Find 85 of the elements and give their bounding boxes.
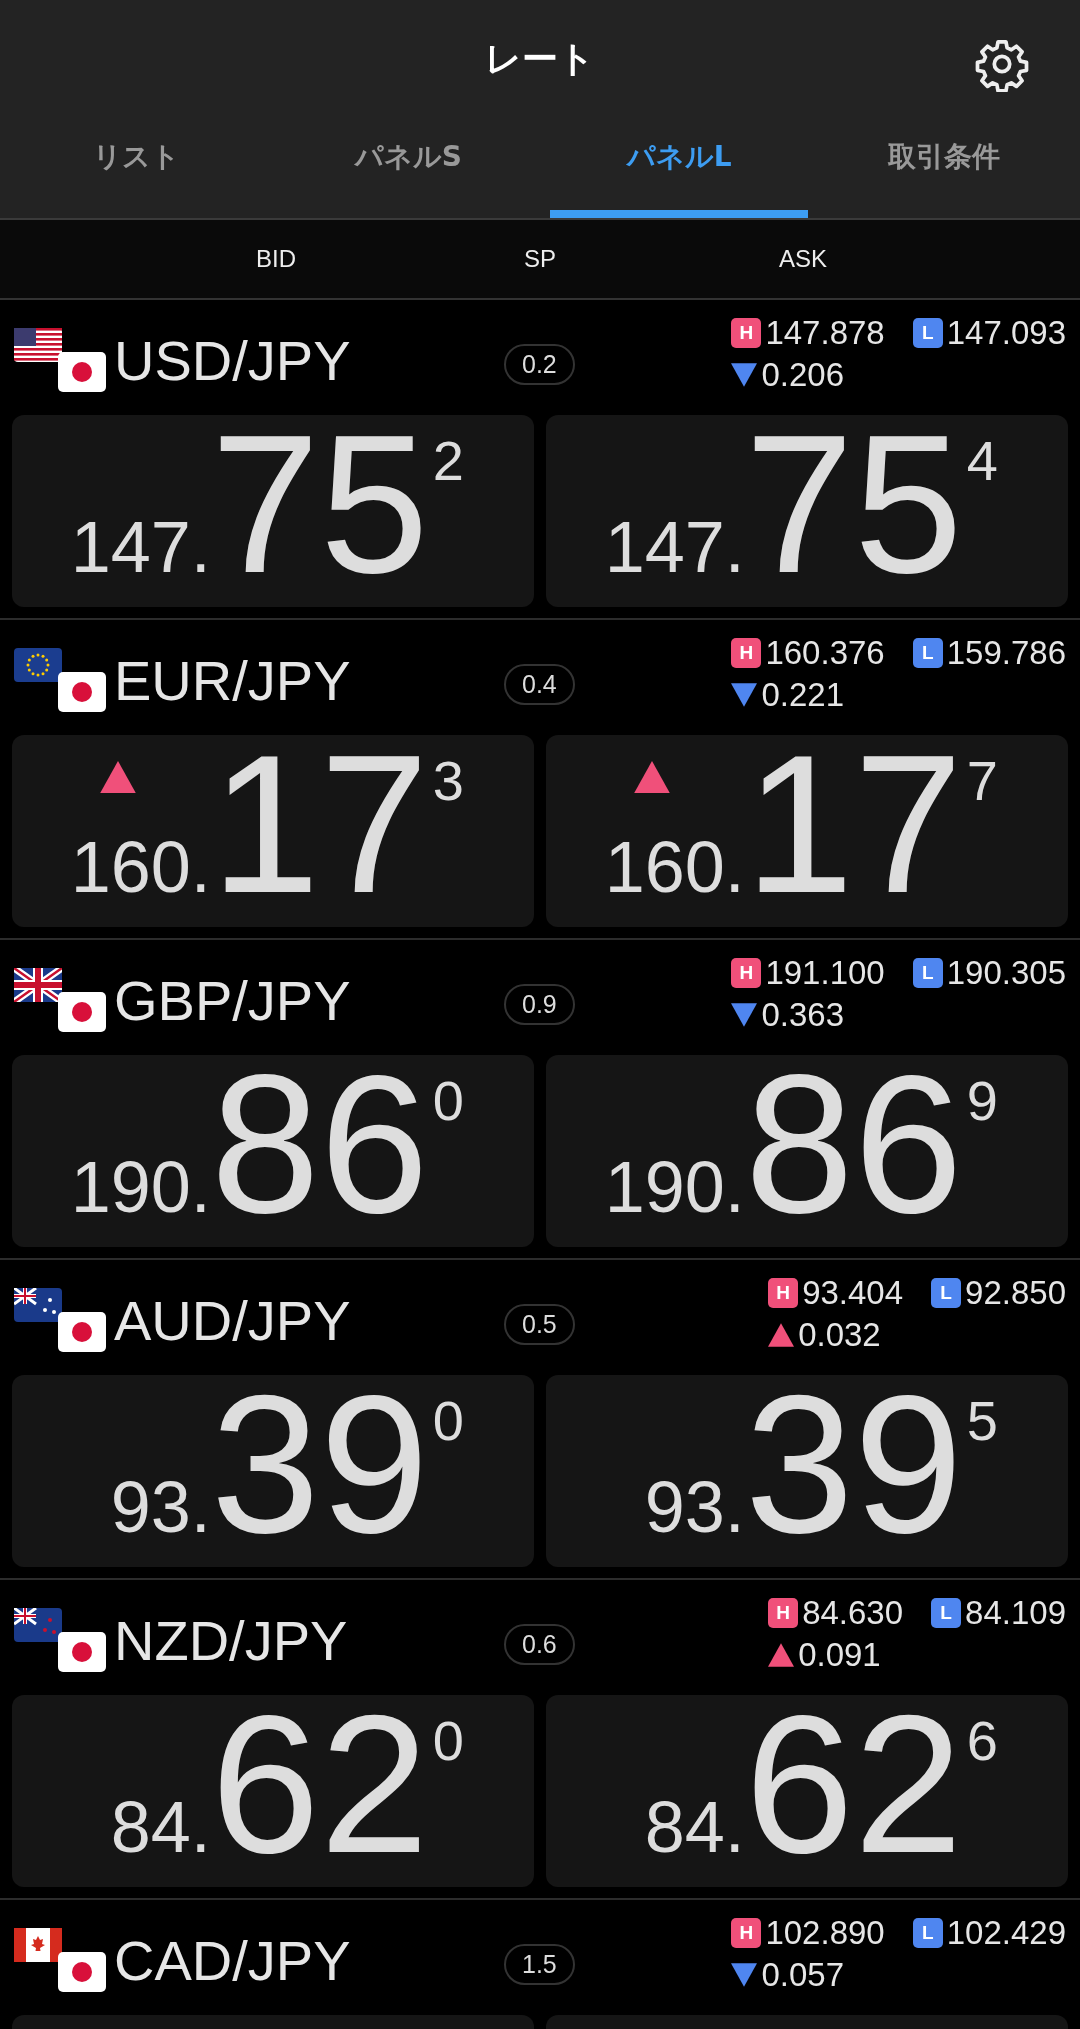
currency-pair[interactable]: GBP/JPY	[114, 968, 351, 1033]
price-pip: 7	[966, 753, 998, 809]
price-digits: 86	[210, 1055, 429, 1235]
price-pip: 0	[432, 1073, 464, 1129]
low-badge: L	[931, 1278, 962, 1308]
price-pip: 9	[966, 1073, 998, 1129]
price-change: 0.363	[761, 996, 844, 1034]
price-digits: 86	[744, 1055, 963, 1235]
currency-pair[interactable]: AUD/JPY	[114, 1288, 351, 1353]
price-pip: 6	[966, 1713, 998, 1769]
tab[interactable]: 取引条件	[817, 118, 1070, 218]
low-price: 147.093	[946, 314, 1066, 352]
high-badge: H	[731, 958, 762, 988]
price-change: 0.221	[761, 676, 844, 714]
low-price: 84.109	[965, 1594, 1066, 1632]
high-price: 84.630	[802, 1594, 904, 1632]
price-digits: 62	[210, 1695, 429, 1875]
flag-icon	[58, 991, 106, 1032]
flag-icon	[58, 1951, 106, 1992]
price-pip: 0	[432, 1393, 464, 1449]
spread-value: 0.2	[504, 344, 575, 385]
price-prefix: 147.	[604, 511, 745, 583]
flag-icon	[58, 351, 106, 392]
price-prefix: 190.	[70, 1151, 211, 1223]
currency-pair[interactable]: EUR/JPY	[114, 648, 351, 713]
high-badge: H	[731, 638, 762, 668]
price-prefix: 190.	[604, 1151, 745, 1223]
high-badge: H	[731, 318, 762, 348]
high-badge: H	[768, 1598, 799, 1628]
price-digits: 39	[210, 1375, 429, 1555]
low-price: 102.429	[946, 1914, 1066, 1952]
low-badge: L	[912, 638, 943, 668]
currency-pair[interactable]: CAD/JPY	[114, 1928, 351, 1993]
high-price: 191.100	[765, 954, 885, 992]
price-change: 0.032	[798, 1316, 881, 1354]
column-header: ASK	[778, 245, 828, 273]
low-badge: L	[931, 1598, 962, 1628]
price-change: 0.206	[761, 356, 844, 394]
low-price: 92.850	[965, 1274, 1066, 1312]
currency-pair[interactable]: NZD/JPY	[114, 1608, 348, 1673]
price-prefix: 160.	[604, 831, 745, 903]
price-change: 0.091	[798, 1636, 881, 1674]
price-digits: 75	[210, 415, 429, 595]
currency-pair[interactable]: USD/JPY	[114, 328, 351, 393]
price-pip: 0	[432, 1713, 464, 1769]
high-price: 147.878	[765, 314, 885, 352]
screen-title: レート	[485, 36, 595, 81]
price-digits: 17	[744, 735, 963, 915]
spread-value: 0.5	[504, 1304, 575, 1345]
price-prefix: 93.	[110, 1471, 211, 1543]
flag-icon	[58, 671, 106, 712]
price-prefix: 160.	[70, 831, 211, 903]
price-prefix: 84.	[644, 1791, 745, 1863]
price-pip: 2	[432, 433, 464, 489]
low-price: 159.786	[946, 634, 1066, 672]
spread-value: 1.5	[504, 1944, 575, 1985]
tab[interactable]: リスト	[10, 118, 263, 218]
spread-value: 0.4	[504, 664, 575, 705]
high-price: 93.404	[802, 1274, 904, 1312]
low-price: 190.305	[946, 954, 1066, 992]
price-prefix: 147.	[70, 511, 211, 583]
tab[interactable]: パネルS	[282, 118, 535, 218]
price-digits: 17	[210, 735, 429, 915]
spread-value: 0.6	[504, 1624, 575, 1665]
price-digits: 75	[744, 415, 963, 595]
price-change: 0.057	[761, 1956, 844, 1994]
high-price: 160.376	[765, 634, 885, 672]
price-prefix: 93.	[644, 1471, 745, 1543]
column-header: SP	[523, 245, 557, 273]
price-digits: 39	[744, 1375, 963, 1555]
price-digits: 62	[744, 1695, 963, 1875]
low-badge: L	[912, 958, 943, 988]
high-price: 102.890	[765, 1914, 885, 1952]
spread-value: 0.9	[504, 984, 575, 1025]
high-badge: H	[768, 1278, 799, 1308]
price-pip: 4	[966, 433, 998, 489]
high-badge: H	[731, 1918, 762, 1948]
low-badge: L	[912, 318, 943, 348]
low-badge: L	[912, 1918, 943, 1948]
price-pip: 5	[966, 1393, 998, 1449]
price-prefix: 84.	[110, 1791, 211, 1863]
price-pip: 3	[432, 753, 464, 809]
column-header: BID	[255, 245, 297, 273]
flag-icon	[58, 1631, 106, 1672]
flag-icon	[58, 1311, 106, 1352]
